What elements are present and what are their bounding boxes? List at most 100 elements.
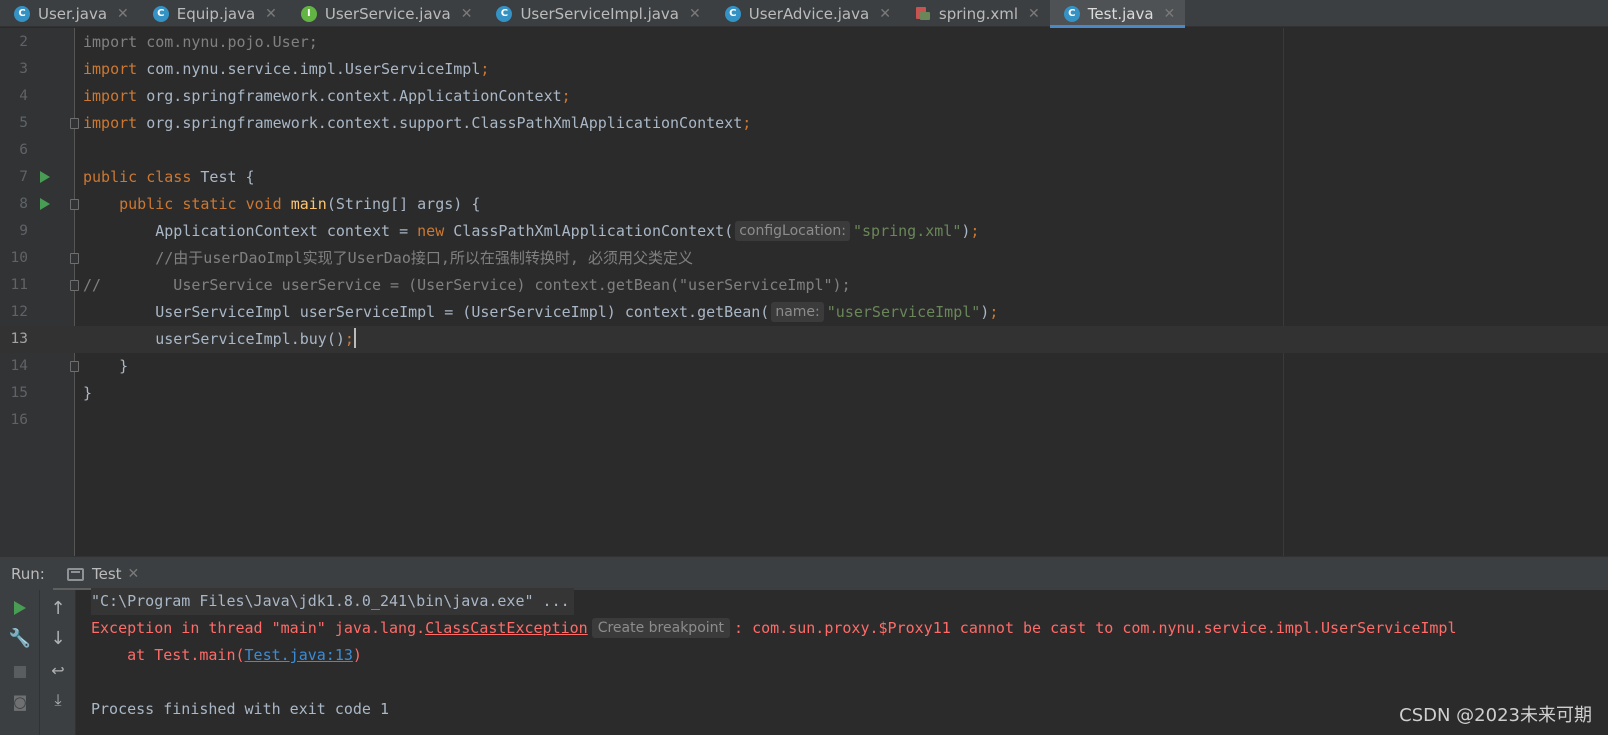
code-text: public static void main(String[] args) { [119, 195, 481, 213]
run-gutter-icon[interactable] [40, 198, 50, 210]
run-gutter-icon[interactable] [40, 171, 50, 183]
fold-marker-icon[interactable] [70, 280, 79, 291]
code-line[interactable]: 7 public class Test { [0, 164, 1608, 191]
editor-tab-bar: C User.java ✕ C Equip.java ✕ I UserServi… [0, 0, 1608, 28]
code-text: import com.nynu.service.impl.UserService… [83, 60, 490, 78]
close-icon[interactable]: ✕ [117, 6, 129, 22]
line-number: 13 [10, 331, 28, 347]
tab-useradvice-java[interactable]: C UserAdvice.java ✕ [711, 0, 901, 27]
class-icon: C [496, 5, 513, 22]
code-line[interactable]: 11 // UserService userService = (UserSer… [0, 272, 1608, 299]
line-number: 16 [10, 412, 28, 428]
code-line[interactable]: 4 import org.springframework.context.App… [0, 83, 1608, 110]
arrow-down-icon[interactable]: ↓ [46, 626, 70, 650]
code-text: ApplicationContext context = new ClassPa… [83, 221, 980, 241]
code-line[interactable]: 15 } [0, 380, 1608, 407]
code-line[interactable]: 8 public static void main(String[] args)… [0, 191, 1608, 218]
class-icon: C [14, 5, 30, 22]
run-label: Run: [11, 565, 45, 583]
console-exit-line: Process finished with exit code 1 [91, 700, 390, 718]
code-text: import org.springframework.context.suppo… [83, 114, 752, 132]
run-tool-window-header: Run: Test ✕ [0, 556, 1608, 591]
code-line[interactable]: 14 } [0, 353, 1608, 380]
line-number: 2 [19, 34, 28, 50]
code-text: public class Test { [83, 168, 255, 186]
line-number: 6 [19, 142, 28, 158]
console-stacktrace-line: at Test.main(Test.java:13) [91, 646, 362, 664]
code-text: UserServiceImpl userServiceImpl = (UserS… [83, 302, 999, 322]
line-number: 4 [19, 88, 28, 104]
close-icon[interactable]: ✕ [1164, 6, 1176, 22]
close-icon[interactable]: ✕ [265, 6, 277, 22]
fold-marker-icon[interactable] [70, 199, 79, 210]
rerun-play-icon[interactable] [8, 596, 32, 620]
close-icon[interactable]: ✕ [1028, 6, 1040, 22]
run-toolbar: 🔧 ◙ [0, 590, 40, 735]
code-line[interactable]: 5 import org.springframework.context.sup… [0, 110, 1608, 137]
fold-marker-icon[interactable] [70, 361, 79, 372]
line-number: 10 [10, 250, 28, 266]
close-icon[interactable]: ✕ [461, 6, 473, 22]
code-text: } [83, 357, 129, 375]
close-icon[interactable]: ✕ [879, 6, 891, 22]
tab-test-java[interactable]: C Test.java ✕ [1049, 0, 1186, 28]
console-icon [67, 567, 84, 581]
tab-label: Test.java [1087, 4, 1154, 23]
code-text: import org.springframework.context.Appli… [83, 87, 571, 105]
code-line[interactable]: 9 ApplicationContext context = new Class… [0, 218, 1608, 245]
current-code-line[interactable]: 13 userServiceImpl.buy(); [0, 326, 1608, 353]
line-number: 9 [19, 223, 28, 239]
class-icon: C [724, 5, 741, 22]
console-toolbar: ↑ ↓ ↩ ⤓ [40, 590, 76, 735]
code-line[interactable]: 6 [0, 137, 1608, 164]
camera-icon[interactable]: ◙ [8, 690, 32, 714]
create-breakpoint-hint[interactable]: Create breakpoint [591, 618, 731, 638]
text-caret [353, 328, 356, 348]
tab-label: UserAdvice.java [748, 4, 870, 23]
tab-equip-java[interactable]: C Equip.java ✕ [139, 0, 287, 27]
source-location-link[interactable]: Test.java:13 [245, 646, 353, 664]
arrow-up-icon[interactable]: ↑ [46, 596, 70, 620]
stop-icon[interactable] [8, 660, 32, 684]
tab-label: UserService.java [324, 4, 451, 23]
code-line[interactable]: 16 [0, 407, 1608, 434]
line-number: 15 [10, 385, 28, 401]
tab-spring-xml[interactable]: spring.xml ✕ [901, 0, 1050, 27]
run-tab-test[interactable]: Test ✕ [53, 557, 157, 591]
close-icon[interactable]: ✕ [689, 6, 701, 22]
line-number: 8 [19, 196, 28, 212]
exception-class-link[interactable]: ClassCastException [425, 619, 588, 637]
tab-label: Equip.java [176, 4, 256, 23]
wrench-icon[interactable]: 🔧 [8, 626, 32, 650]
code-comment: //由于userDaoImpl实现了UserDao接口,所以在强制转换时, 必须… [83, 249, 693, 267]
line-number: 3 [19, 61, 28, 77]
tab-user-java[interactable]: C User.java ✕ [0, 0, 139, 27]
line-number: 12 [10, 304, 28, 320]
tab-label: spring.xml [938, 4, 1019, 23]
tab-label: UserServiceImpl.java [520, 4, 680, 23]
code-text: } [83, 384, 93, 402]
interface-icon: I [300, 5, 317, 22]
scroll-to-end-icon[interactable]: ⤓ [46, 688, 70, 712]
code-line[interactable]: 3 import com.nynu.service.impl.UserServi… [0, 56, 1608, 83]
line-number: 14 [10, 358, 28, 374]
xml-file-icon [915, 6, 931, 22]
soft-wrap-icon[interactable]: ↩ [46, 658, 70, 682]
run-console[interactable]: 🔧 ◙ ↑ ↓ ↩ ⤓ "C:\Program Files\Java\jdk1.… [0, 588, 1608, 735]
parameter-hint: configLocation: [735, 221, 850, 241]
fold-marker-icon[interactable] [70, 253, 79, 264]
run-tab-label: Test [92, 565, 122, 583]
runnable-class-icon: C [1063, 5, 1080, 22]
code-line[interactable]: 2 import com.nynu.pojo.User; [0, 29, 1608, 56]
code-comment: // UserService userService = (UserServic… [83, 276, 851, 294]
close-icon[interactable]: ✕ [128, 566, 140, 582]
tab-userserviceimpl-java[interactable]: C UserServiceImpl.java ✕ [482, 0, 710, 27]
code-editor[interactable]: 2 import com.nynu.pojo.User; 3 import co… [0, 28, 1608, 556]
code-line[interactable]: 12 UserServiceImpl userServiceImpl = (Us… [0, 299, 1608, 326]
tab-userservice-java[interactable]: I UserService.java ✕ [287, 0, 483, 27]
fold-marker-icon[interactable] [70, 118, 79, 129]
console-exception-line: Exception in thread "main" java.lang.Cla… [91, 618, 1457, 638]
code-line[interactable]: 10 //由于userDaoImpl实现了UserDao接口,所以在强制转换时,… [0, 245, 1608, 272]
line-number: 11 [10, 277, 28, 293]
class-icon: C [152, 5, 169, 22]
